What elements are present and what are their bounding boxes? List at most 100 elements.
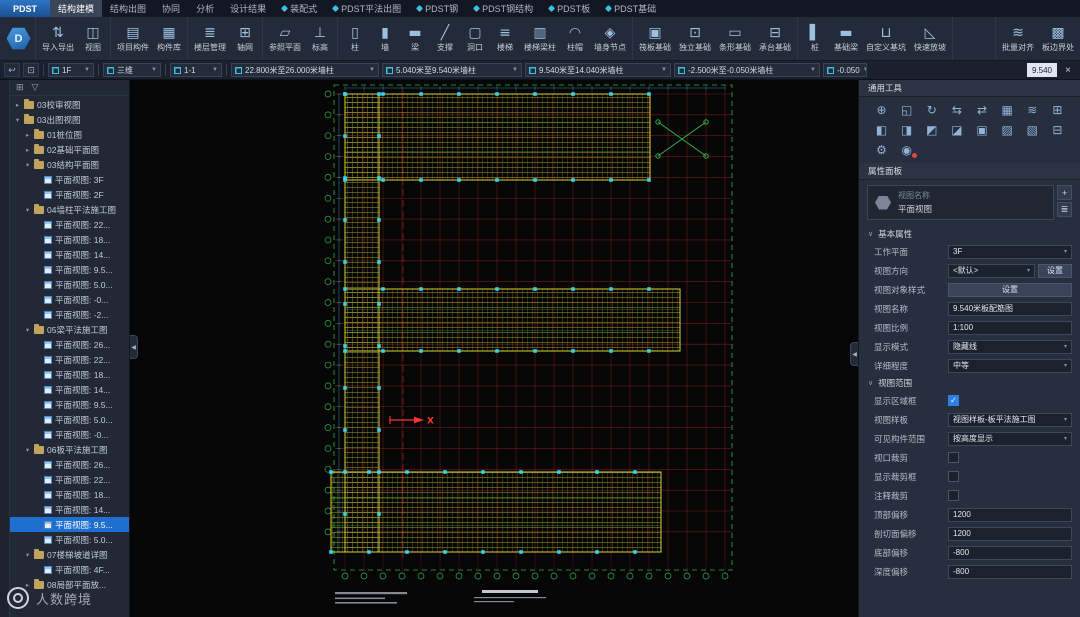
level-button[interactable]: ⊥ 标高 bbox=[305, 17, 335, 60]
section-header-2[interactable]: ∨ 视图范围 bbox=[859, 375, 1080, 391]
view-direction-select[interactable]: <默认> ▾ bbox=[948, 263, 1035, 278]
move-tool-icon[interactable]: ⊕ bbox=[869, 104, 894, 117]
isolated-foundation-button[interactable]: ⊡ 独立基础 bbox=[675, 17, 715, 60]
view-type-box[interactable]: 视图名称 平面视图 bbox=[867, 185, 1054, 220]
opening-button[interactable]: ▢ 洞口 bbox=[460, 17, 490, 60]
slab-edge-button[interactable]: ▩ 板边界处 bbox=[1038, 17, 1078, 60]
tree-item[interactable]: 平面视图: 14... bbox=[10, 247, 129, 262]
corner-tool-icon[interactable]: ◩ bbox=[919, 124, 944, 137]
foundation-beam-button[interactable]: ▬ 基础梁 bbox=[830, 17, 862, 60]
back-icon[interactable]: ↩ bbox=[4, 63, 20, 77]
rotate-tool-icon[interactable]: ↻ bbox=[919, 104, 944, 117]
app-menu-tab[interactable]: PDST bbox=[0, 0, 51, 17]
view-name-input[interactable]: 9.540米板配筋图 bbox=[948, 301, 1072, 316]
tree-item[interactable]: 平面视图: 3F bbox=[10, 172, 129, 187]
mirror-tool-icon[interactable]: ⇆ bbox=[944, 104, 969, 117]
tree-item[interactable]: 平面视图: 9.5... bbox=[10, 517, 129, 532]
cut-plane-offset-input[interactable]: 1200 bbox=[948, 526, 1072, 541]
tab-11[interactable]: PDST基础 bbox=[598, 0, 664, 17]
twisty-icon[interactable]: ▸ bbox=[24, 131, 31, 139]
tab-8[interactable]: PDST钢 bbox=[409, 0, 466, 17]
region-tool-icon[interactable]: ▣ bbox=[970, 124, 995, 137]
annotation-crop-checkbox[interactable] bbox=[948, 490, 959, 501]
tree-item[interactable]: ▾ 03结构平面图 bbox=[10, 157, 129, 172]
right-panel-collapse-handle[interactable]: ◀ bbox=[850, 342, 858, 366]
twisty-icon[interactable]: ▾ bbox=[24, 206, 31, 214]
import-export-button[interactable]: ⇅ 导入导出 bbox=[38, 17, 78, 60]
tree-item[interactable]: 平面视图: 26... bbox=[10, 337, 129, 352]
tree-item[interactable]: ▸ 03校审视图 bbox=[10, 97, 129, 112]
depth-offset-input[interactable]: -800 bbox=[948, 564, 1072, 579]
view-template-select[interactable]: 视图样板-板平法施工图 ▾ bbox=[948, 412, 1072, 427]
tree-item[interactable]: 平面视图: 9.5... bbox=[10, 397, 129, 412]
tree-item[interactable]: ▸ 01桩位图 bbox=[10, 127, 129, 142]
viewport-crop-checkbox[interactable] bbox=[948, 452, 959, 463]
twisty-icon[interactable]: ▾ bbox=[24, 551, 31, 559]
offset-tool-icon[interactable]: ⇄ bbox=[970, 104, 995, 117]
tree-item[interactable]: 平面视图: 5.0... bbox=[10, 277, 129, 292]
twisty-icon[interactable]: ▾ bbox=[24, 326, 31, 334]
work-plane-select[interactable]: 3F ▾ bbox=[948, 244, 1072, 259]
record-tool-icon[interactable]: ◉ bbox=[894, 144, 919, 158]
section-select[interactable]: 1-1 ▼ bbox=[170, 63, 222, 77]
settings-tool-icon[interactable]: ⚙ bbox=[869, 144, 894, 157]
custom-pit-button[interactable]: ⊔ 自定义基坑 bbox=[862, 17, 910, 60]
display-mode-select[interactable]: 隐藏线 ▾ bbox=[948, 339, 1072, 354]
add-view-type-button[interactable]: + bbox=[1057, 185, 1072, 200]
tab-9[interactable]: PDST钢结构 bbox=[466, 0, 541, 17]
active-view-chip[interactable]: 9.540 bbox=[1026, 63, 1057, 77]
wall-column-range-3[interactable]: 9.540米至14.040米墙柱 ▼ bbox=[525, 63, 671, 77]
tree-item[interactable]: 平面视图: -2... bbox=[10, 307, 129, 322]
match-tool-icon[interactable]: ≋ bbox=[1020, 104, 1045, 117]
tree-item[interactable]: 平面视图: 18... bbox=[10, 232, 129, 247]
tree-item[interactable]: 平面视图: 2F bbox=[10, 187, 129, 202]
tree-item[interactable]: 平面视图: 14... bbox=[10, 382, 129, 397]
tree-item[interactable]: 平面视图: 9.5... bbox=[10, 262, 129, 277]
left-panel-collapse-handle[interactable]: ◀ bbox=[130, 335, 138, 359]
tree-item[interactable]: 平面视图: 22... bbox=[10, 352, 129, 367]
tab-4[interactable]: 分析 bbox=[188, 0, 222, 17]
tree-item[interactable]: 平面视图: 5.0... bbox=[10, 412, 129, 427]
view-scale-input[interactable]: 1:100 bbox=[948, 320, 1072, 335]
tab-3[interactable]: 协同 bbox=[154, 0, 188, 17]
tree-filter-icon[interactable]: ▽ bbox=[32, 82, 39, 93]
tab-1[interactable]: 结构建模 bbox=[50, 0, 103, 17]
strip-foundation-button[interactable]: ▭ 条形基础 bbox=[715, 17, 755, 60]
section-tool-icon[interactable]: ▧ bbox=[1020, 124, 1045, 137]
hatch-tool-icon[interactable]: ▨ bbox=[995, 124, 1020, 137]
trim-right-tool-icon[interactable]: ◨ bbox=[894, 124, 919, 137]
erase-tool-icon[interactable]: ⊟ bbox=[1045, 124, 1070, 137]
select-box-icon[interactable]: ⊡ bbox=[23, 63, 39, 77]
close-view-icon[interactable]: × bbox=[1060, 63, 1076, 77]
tree-item[interactable]: 平面视图: 4F... bbox=[10, 562, 129, 577]
twisty-icon[interactable]: ▸ bbox=[24, 146, 31, 154]
tree-item[interactable]: ▸ 08局部平面放... bbox=[10, 577, 129, 592]
quick-slope-button[interactable]: ◺ 快速放坡 bbox=[910, 17, 950, 60]
tree-item[interactable]: ▾ 06板平法施工图 bbox=[10, 442, 129, 457]
tree-item[interactable]: ▾ 05梁平法施工图 bbox=[10, 322, 129, 337]
view-direction-set-button[interactable]: 设置 bbox=[1038, 263, 1072, 278]
tree-item[interactable]: ▾ 04墙柱平法施工图 bbox=[10, 202, 129, 217]
view-object-style-button[interactable]: 设置 bbox=[948, 282, 1072, 297]
twisty-icon[interactable]: ▸ bbox=[24, 581, 31, 589]
array-tool-icon[interactable]: ▦ bbox=[995, 104, 1020, 117]
tree-item[interactable]: ▾ 03出图视图 bbox=[10, 112, 129, 127]
tree-item[interactable]: 平面视图: 22... bbox=[10, 472, 129, 487]
tree-item[interactable]: 平面视图: 18... bbox=[10, 487, 129, 502]
floor-manager-button[interactable]: ≣ 楼层管理 bbox=[190, 17, 230, 60]
view-button[interactable]: ◫ 视图 bbox=[78, 17, 108, 60]
raft-foundation-button[interactable]: ▣ 筏板基础 bbox=[635, 17, 675, 60]
tab-7[interactable]: PDST平法出图 bbox=[325, 0, 409, 17]
pile-button[interactable]: ▌ 桩 bbox=[800, 17, 830, 60]
brace-button[interactable]: ╱ 支撑 bbox=[430, 17, 460, 60]
stair-beam-column-button[interactable]: ▥ 楼梯梁柱 bbox=[520, 17, 560, 60]
batch-align-button[interactable]: ≋ 批量对齐 bbox=[998, 17, 1038, 60]
tab-10[interactable]: PDST板 bbox=[541, 0, 598, 17]
wall-button[interactable]: ▮ 墙 bbox=[370, 17, 400, 60]
wall-column-range-4[interactable]: -2.500米至-0.050米墙柱 ▼ bbox=[674, 63, 820, 77]
tree-item[interactable]: 平面视图: 22... bbox=[10, 217, 129, 232]
twisty-icon[interactable]: ▾ bbox=[14, 116, 21, 124]
trim-left-tool-icon[interactable]: ◧ bbox=[869, 124, 894, 137]
stair-button[interactable]: ≡ 楼梯 bbox=[490, 17, 520, 60]
visible-member-range-select[interactable]: 按高度显示 ▾ bbox=[948, 431, 1072, 446]
